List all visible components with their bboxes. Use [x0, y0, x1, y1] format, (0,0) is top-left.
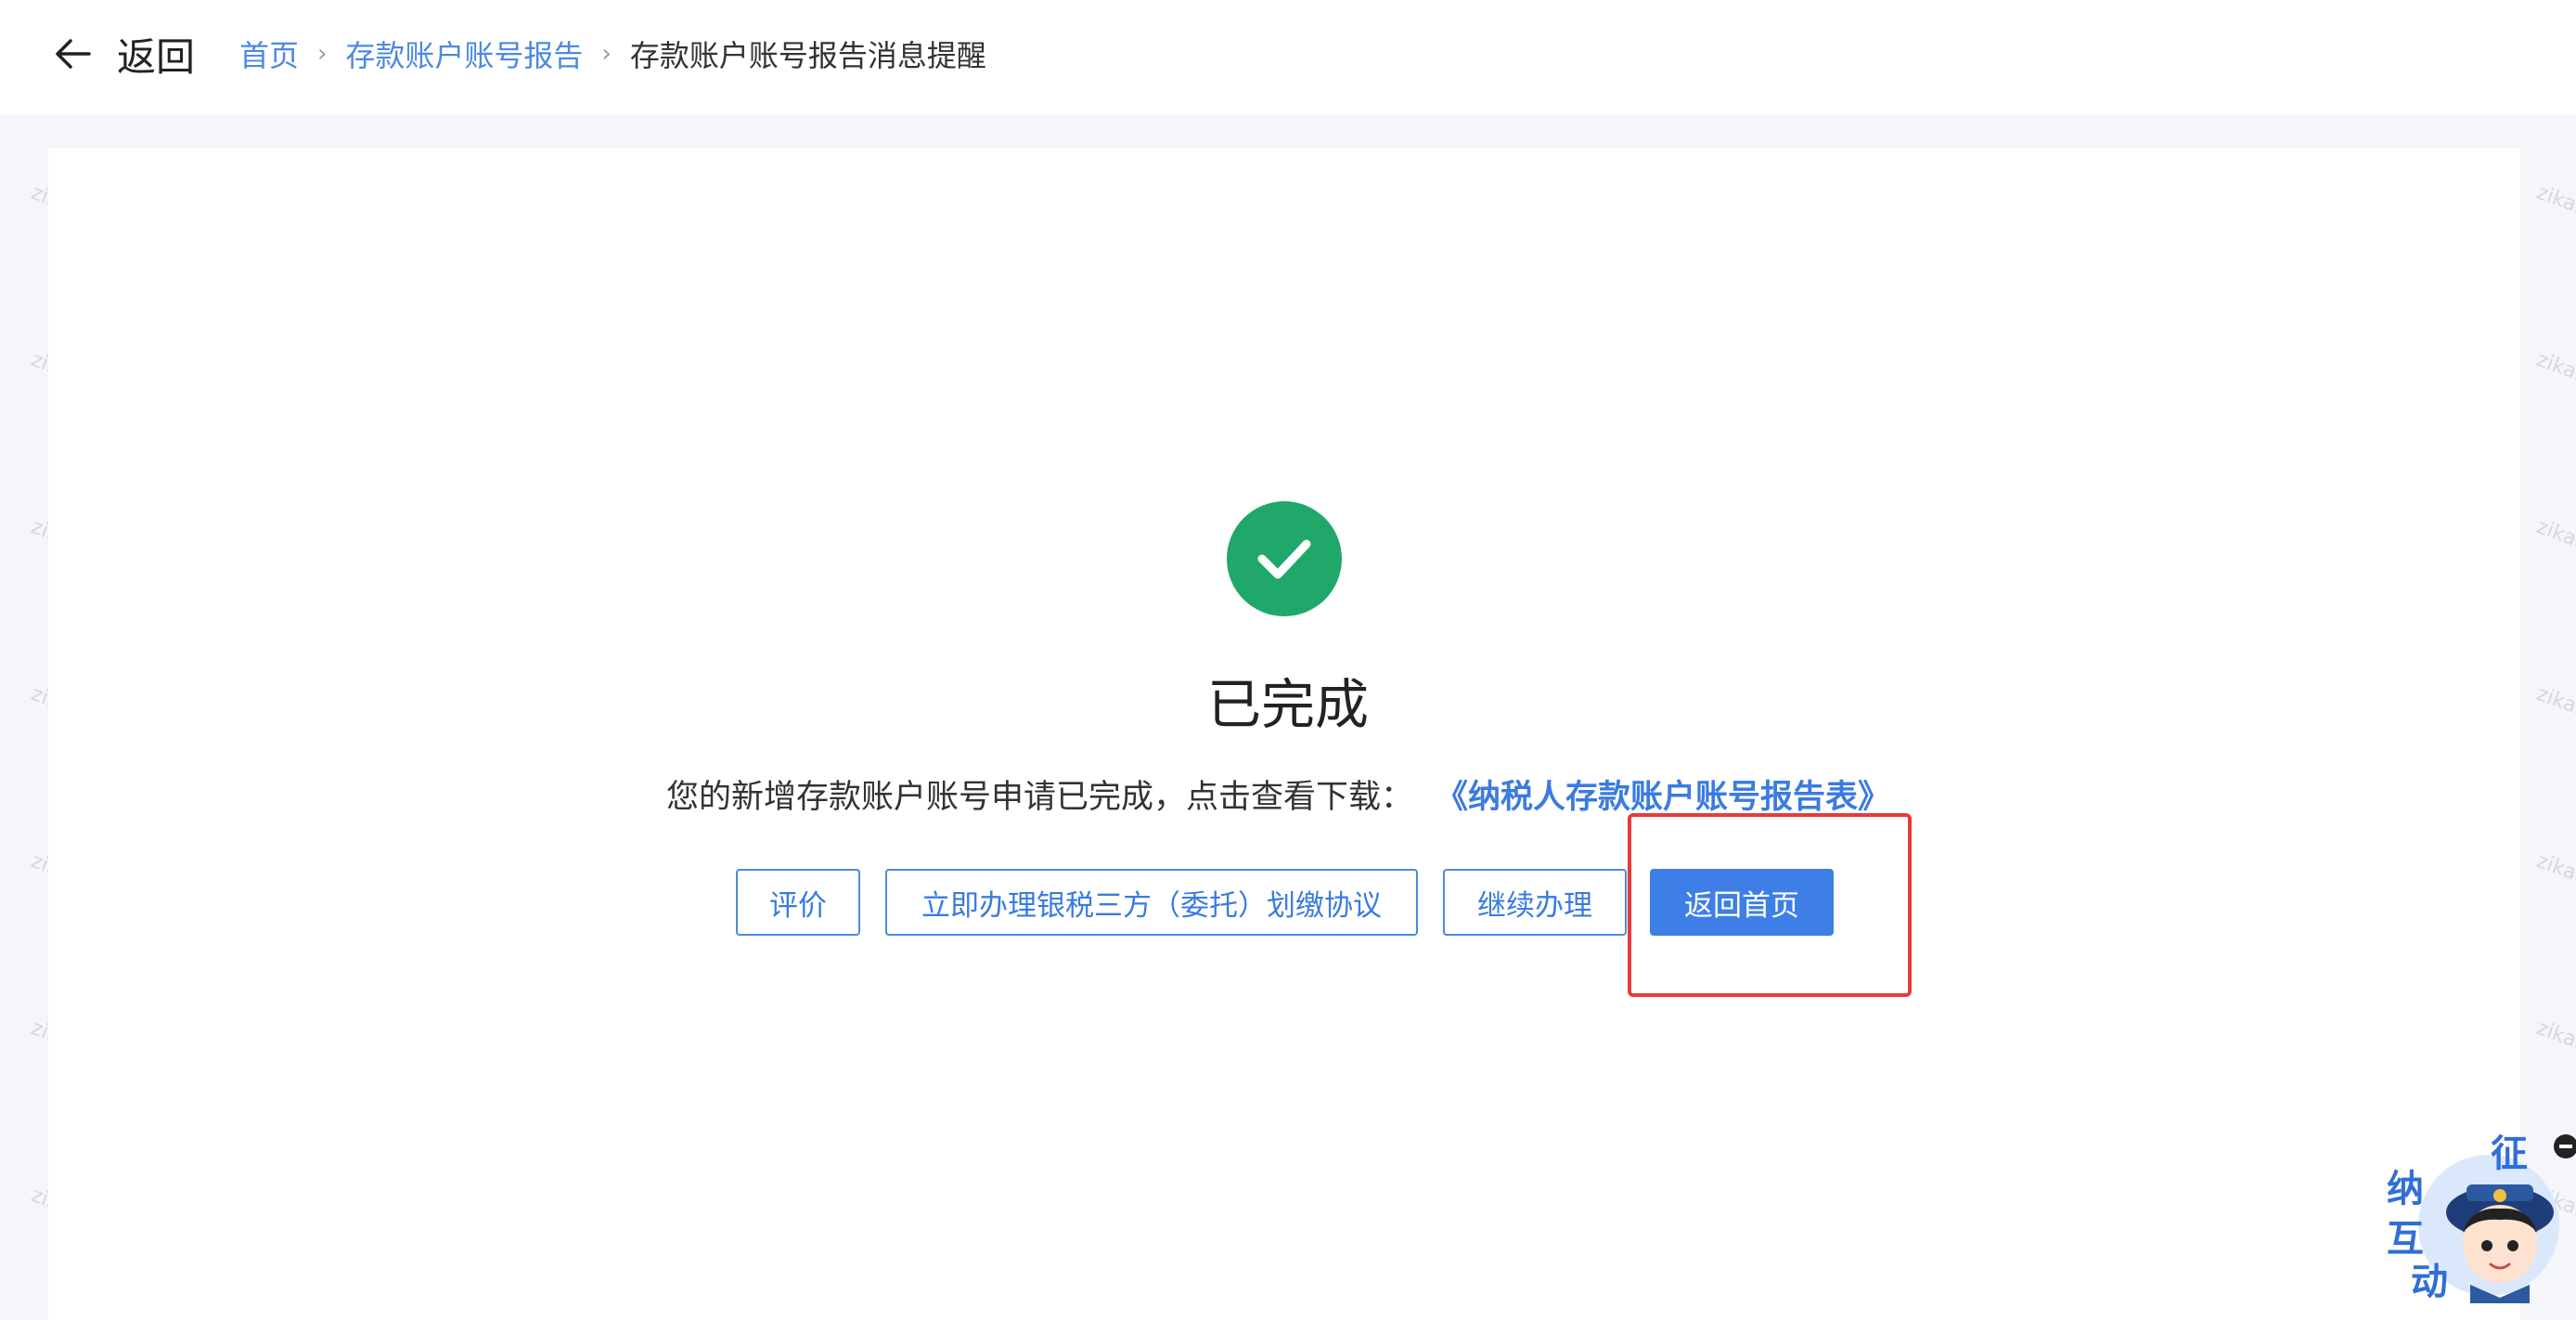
message-text: 您的新增存款账户账号申请已完成，点击查看下载： — [666, 778, 1414, 816]
assistant-char: 纳 — [2387, 1168, 2424, 1210]
assistant-char: 征 — [2491, 1132, 2528, 1175]
assistant-widget[interactable]: 征 纳 互 动 — [2377, 1121, 2559, 1303]
breadcrumb-separator: › — [601, 40, 612, 68]
evaluate-button[interactable]: 评价 — [736, 869, 860, 936]
breadcrumb-current: 存款账户账号报告消息提醒 — [629, 38, 986, 73]
bank-tax-agreement-button[interactable]: 立即办理银税三方（委托）划缴协议 — [885, 869, 1418, 936]
collapse-assistant-button[interactable] — [2554, 1134, 2576, 1158]
breadcrumb-deposit-report[interactable]: 存款账户账号报告 — [345, 32, 583, 75]
breadcrumb: 首页 › 存款账户账号报告 › 存款账户账号报告消息提醒 — [239, 28, 986, 80]
highlight-annotation — [1628, 813, 1912, 997]
top-bar: 返回 首页 › 存款账户账号报告 › 存款账户账号报告消息提醒 — [0, 0, 2576, 115]
breadcrumb-home[interactable]: 首页 — [239, 32, 299, 75]
watermark-text: zikaipiao.com — [2533, 515, 2576, 585]
watermark-text: zikaipiao.com — [2533, 348, 2576, 418]
watermark-text: zikaipiao.com — [2533, 181, 2576, 251]
assistant-char: 动 — [2411, 1261, 2448, 1303]
download-report-link[interactable]: 《纳税人存款账户账号报告表》 — [1436, 770, 1890, 818]
checkmark-icon — [1257, 539, 1311, 579]
arrow-left-icon — [56, 39, 91, 69]
success-check-icon — [1227, 501, 1342, 616]
watermark-text: zikaipiao.com — [2533, 1016, 2576, 1086]
back-label: 返回 — [117, 33, 196, 80]
breadcrumb-separator: › — [317, 40, 328, 68]
status-title: 已完成 — [1206, 673, 1369, 736]
watermark-text: zikaipiao.com — [2533, 849, 2576, 919]
continue-button[interactable]: 继续办理 — [1443, 869, 1627, 936]
back-button[interactable]: 返回 — [52, 26, 195, 82]
result-message: 您的新增存款账户账号申请已完成，点击查看下载： 《纳税人存款账户账号报告表》 — [666, 770, 1890, 817]
